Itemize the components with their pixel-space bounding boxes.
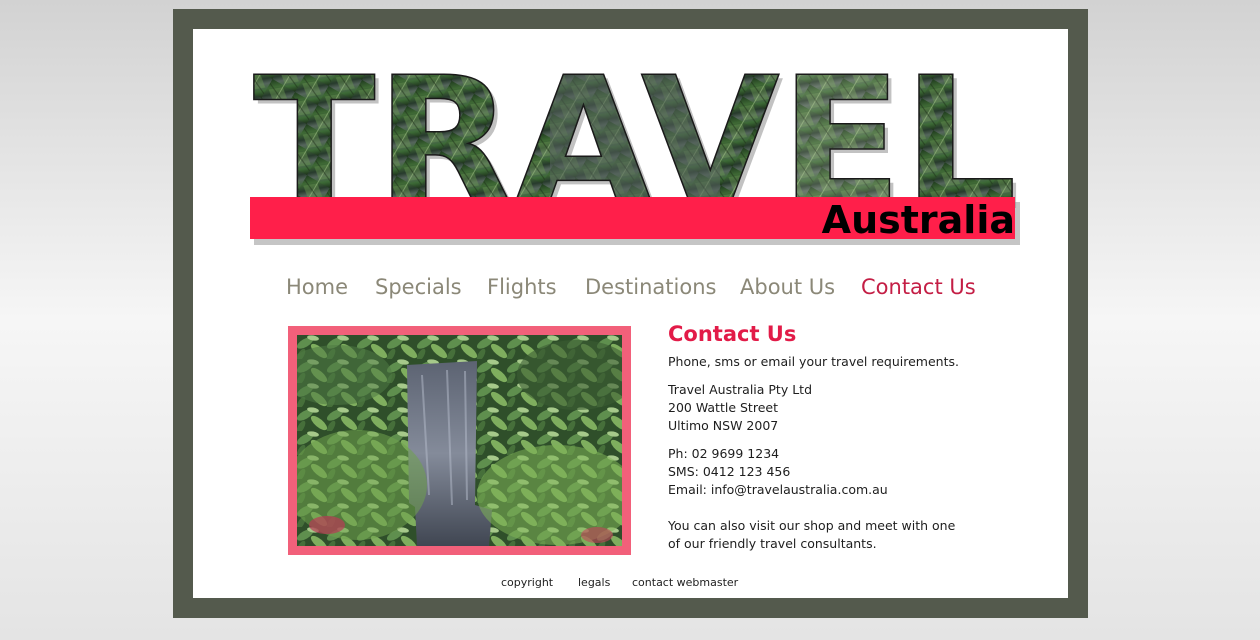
contact-intro: Phone, sms or email your travel requirem… — [668, 354, 959, 369]
footer-link-legals[interactable]: legals — [578, 576, 610, 589]
visit-line: You can also visit our shop and meet wit… — [668, 518, 956, 533]
nav-about-us[interactable]: About Us — [740, 275, 835, 299]
address-line: Travel Australia Pty Ltd — [668, 382, 813, 397]
address-line: 200 Wattle Street — [668, 400, 778, 415]
waterfall-photo-frame — [288, 326, 631, 555]
address-block: Travel Australia Pty Ltd 200 Wattle Stre… — [668, 381, 998, 435]
page-content: TRAVEL TRAVEL TRAVEL Australia — [193, 29, 1068, 598]
footer-link-contact-webmaster[interactable]: contact webmaster — [632, 576, 738, 589]
visit-note: You can also visit our shop and meet wit… — [668, 517, 998, 553]
page-frame: TRAVEL TRAVEL TRAVEL Australia — [173, 9, 1088, 618]
contact-content: Contact Us Phone, sms or email your trav… — [668, 321, 998, 563]
phone-number: Ph: 02 9699 1234 — [668, 446, 780, 461]
footer-link-copyright[interactable]: copyright — [501, 576, 553, 589]
visit-line: of our friendly travel consultants. — [668, 536, 877, 551]
email-address[interactable]: Email: info@travelaustralia.com.au — [668, 481, 998, 499]
nav-home[interactable]: Home — [286, 275, 348, 299]
waterfall-image — [297, 335, 622, 546]
address-line: Ultimo NSW 2007 — [668, 418, 779, 433]
main-nav: Home Specials Flights Destinations About… — [193, 275, 1068, 305]
page-heading: Contact Us — [668, 322, 797, 346]
waterfall-photo — [297, 335, 622, 546]
footer: copyright legals contact webmaster — [193, 576, 1068, 592]
sms-number: SMS: 0412 123 456 — [668, 464, 791, 479]
contact-details: Ph: 02 9699 1234 SMS: 0412 123 456 Email… — [668, 445, 998, 499]
nav-specials[interactable]: Specials — [375, 275, 462, 299]
nav-contact-us[interactable]: Contact Us — [861, 275, 976, 299]
nav-destinations[interactable]: Destinations — [585, 275, 716, 299]
logo-graphic: TRAVEL TRAVEL TRAVEL Australia — [250, 66, 1020, 246]
nav-flights[interactable]: Flights — [487, 275, 557, 299]
travel-australia-logo[interactable]: TRAVEL TRAVEL TRAVEL Australia — [250, 66, 1020, 246]
logo-subtitle: Australia — [822, 198, 1015, 242]
